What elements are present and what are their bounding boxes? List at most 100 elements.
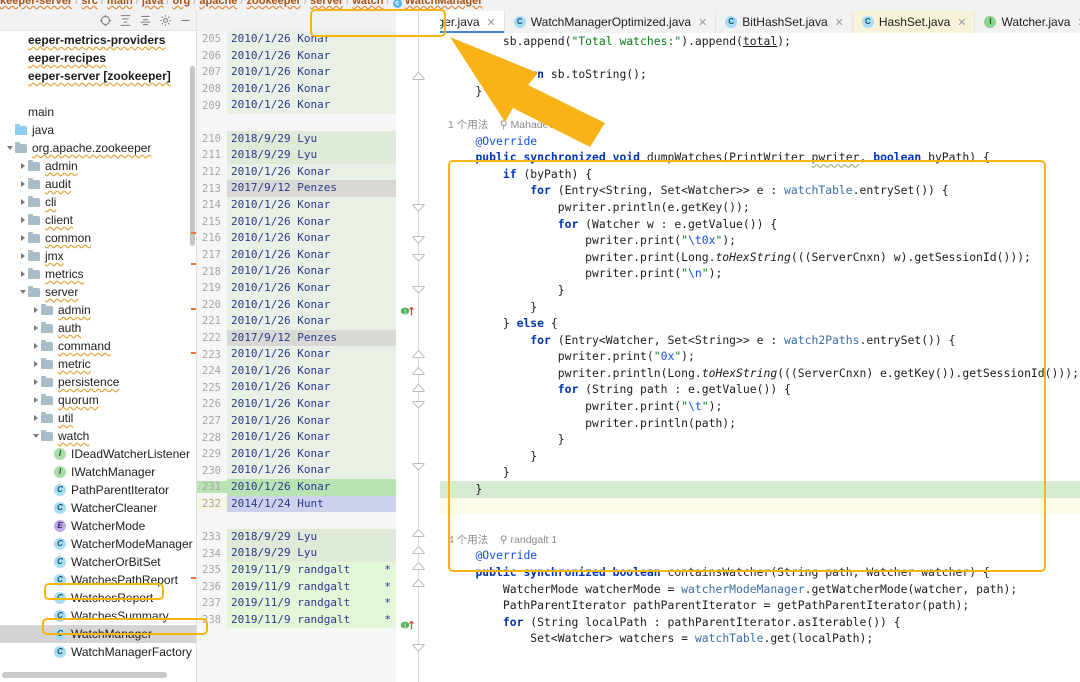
code-line[interactable]: pwriter.print("\n");: [440, 265, 1080, 282]
blame-row[interactable]: 238 2019/11/9 randgalt *: [197, 611, 396, 629]
editor-tab[interactable]: IWatcher.java✕: [975, 11, 1080, 33]
code-line[interactable]: pwriter.println(path);: [440, 415, 1080, 432]
tree-item-server[interactable]: server: [0, 283, 196, 301]
fold-expand-icon[interactable]: [412, 641, 425, 652]
breadcrumb-item[interactable]: server: [310, 0, 343, 7]
blame-row[interactable]: 206 2010/1/26 Konar: [197, 47, 396, 65]
blame-row[interactable]: 220 2010/1/26 Konar: [197, 296, 396, 314]
vcs-change-badge[interactable]: 1: [400, 618, 416, 634]
locate-icon[interactable]: [99, 14, 112, 27]
blame-row[interactable]: 234 2018/9/29 Lyu: [197, 545, 396, 562]
code-line[interactable]: if (byPath) {: [440, 166, 1080, 183]
chevron-right-icon[interactable]: [17, 163, 28, 169]
code-line[interactable]: @Override: [440, 133, 1080, 150]
tree-item-watchercleaner[interactable]: C WatcherCleaner: [0, 499, 196, 517]
blame-row[interactable]: 219 2010/1/26 Konar: [197, 279, 396, 297]
tree-item-audit[interactable]: audit: [0, 175, 196, 193]
code-line[interactable]: }: [440, 282, 1080, 299]
tree-item-keeper-server-zookeeper[interactable]: eeper-server [zookeeper]: [0, 67, 196, 85]
blame-row[interactable]: [197, 114, 396, 131]
tree-item-watchesreport[interactable]: C WatchesReport: [0, 589, 196, 607]
fold-collapse-icon[interactable]: [412, 347, 425, 358]
tree-item-watcherorbitset[interactable]: C WatcherOrBitSet: [0, 553, 196, 571]
chevron-down-icon[interactable]: [30, 434, 41, 438]
chevron-down-icon[interactable]: [4, 146, 15, 150]
fold-collapse-icon[interactable]: [412, 559, 425, 570]
blame-row[interactable]: 221 2010/1/26 Konar: [197, 313, 396, 330]
chevron-right-icon[interactable]: [30, 397, 41, 403]
code-line[interactable]: }: [440, 481, 1080, 498]
code-line[interactable]: [440, 497, 1080, 515]
tree-item-iwatchmanager[interactable]: I IWatchManager: [0, 463, 196, 481]
code-line[interactable]: pwriter.print(Long.toHexString(((ServerC…: [440, 249, 1080, 266]
blame-row[interactable]: 226 2010/1/26 Konar: [197, 396, 396, 413]
chevron-right-icon[interactable]: [17, 181, 28, 187]
code-line[interactable]: for (Entry<String, Set<Watcher>> e : wat…: [440, 182, 1080, 199]
code-line[interactable]: pwriter.println(e.getKey());: [440, 199, 1080, 216]
code-line[interactable]: pwriter.print("\t0x");: [440, 232, 1080, 249]
breadcrumb-item[interactable]: main: [107, 0, 133, 7]
editor-tab[interactable]: CWatchManager.java✕: [440, 11, 505, 33]
settings-gear-icon[interactable]: [159, 14, 172, 27]
code-line[interactable]: 1 个用法 ⚲ Mahadev Konar 2: [440, 116, 1080, 133]
blame-row[interactable]: 208 2010/1/26 Konar: [197, 80, 396, 98]
tree-item-pathparentiterator[interactable]: C PathParentIterator: [0, 481, 196, 499]
chevron-right-icon[interactable]: [30, 361, 41, 367]
blame-row[interactable]: 231 2010/1/26 Konar: [197, 479, 396, 496]
code-line[interactable]: public synchronized void dumpWatches(Pri…: [440, 149, 1080, 166]
blame-row[interactable]: 237 2019/11/9 randgalt *: [197, 595, 396, 612]
tree-item-client[interactable]: client: [0, 211, 196, 229]
code-line[interactable]: for (String localPath : pathParentIterat…: [440, 614, 1080, 631]
code-line[interactable]: PathParentIterator pathParentIterator = …: [440, 597, 1080, 614]
blame-row[interactable]: 229 2010/1/26 Konar: [197, 445, 396, 463]
blame-row[interactable]: 205 2010/1/26 Konar: [197, 31, 396, 48]
tree-item-command[interactable]: command: [0, 337, 196, 355]
code-line[interactable]: for (Entry<Watcher, Set<String>> e : wat…: [440, 332, 1080, 349]
tree-item-auth[interactable]: auth: [0, 319, 196, 337]
code-line[interactable]: [440, 99, 1080, 116]
code-line[interactable]: }: [440, 431, 1080, 448]
blame-row[interactable]: 232 2014/1/24 Hunt: [197, 495, 396, 513]
editor-tab[interactable]: C HashSet.java ✕: [852, 11, 976, 33]
tree-item-watchermodemanager[interactable]: C WatcherModeManager: [0, 535, 196, 553]
blame-row[interactable]: 210 2018/9/29 Lyu: [197, 130, 396, 148]
breadcrumb-item[interactable]: java: [142, 0, 163, 7]
breadcrumb-item[interactable]: watch: [352, 0, 383, 7]
breadcrumb-item[interactable]: org: [173, 0, 191, 7]
blame-row[interactable]: 207 2010/1/26 Konar: [197, 64, 396, 81]
tree-item-metric[interactable]: metric: [0, 355, 196, 373]
fold-expand-icon[interactable]: [412, 283, 425, 294]
blame-row[interactable]: 225 2010/1/26 Konar: [197, 379, 396, 397]
fold-collapse-icon[interactable]: [412, 69, 425, 80]
tree-item-keeper-recipes[interactable]: eeper-recipes: [0, 49, 196, 67]
blame-row[interactable]: 216 2010/1/26 Konar: [197, 230, 396, 247]
code-line[interactable]: pwriter.print("0x");: [440, 348, 1080, 365]
chevron-right-icon[interactable]: [30, 307, 41, 313]
tree-item-cli[interactable]: cli: [0, 193, 196, 211]
chevron-right-icon[interactable]: [30, 325, 41, 331]
code-line[interactable]: }: [440, 448, 1080, 465]
blame-row[interactable]: 217 2010/1/26 Konar: [197, 246, 396, 264]
tree-item-watch[interactable]: watch: [0, 427, 196, 445]
tree-item-watchermode[interactable]: E WatcherMode: [0, 517, 196, 535]
tree-item-watchessummary[interactable]: C WatchesSummary: [0, 607, 196, 625]
code-line[interactable]: pwriter.println(Long.toHexString(((Serve…: [440, 365, 1080, 382]
blame-row[interactable]: 212 2010/1/26 Konar: [197, 163, 396, 181]
blame-row[interactable]: 235 2019/11/9 randgalt *: [197, 562, 396, 579]
editor-code-area[interactable]: sb.append("Total watches:").append(total…: [440, 33, 1080, 682]
tree-item-watchmanageroptimized[interactable]: CWatchManagerOptimized: [0, 661, 196, 663]
chevron-right-icon[interactable]: [30, 379, 41, 385]
fold-collapse-icon[interactable]: [412, 576, 425, 587]
chevron-down-icon[interactable]: [17, 290, 28, 294]
tree-item-metrics[interactable]: metrics: [0, 265, 196, 283]
blame-row[interactable]: 236 2019/11/9 randgalt *: [197, 578, 396, 596]
fold-expand-icon[interactable]: [412, 251, 425, 262]
chevron-right-icon[interactable]: [17, 199, 28, 205]
fold-collapse-icon[interactable]: [412, 543, 425, 554]
breadcrumb-item[interactable]: src: [81, 0, 98, 7]
blame-row[interactable]: 227 2010/1/26 Konar: [197, 412, 396, 430]
chevron-right-icon[interactable]: [17, 235, 28, 241]
fold-collapse-icon[interactable]: [412, 364, 425, 375]
blame-row[interactable]: 224 2010/1/26 Konar: [197, 362, 396, 380]
collapse-all-icon[interactable]: [139, 14, 152, 27]
